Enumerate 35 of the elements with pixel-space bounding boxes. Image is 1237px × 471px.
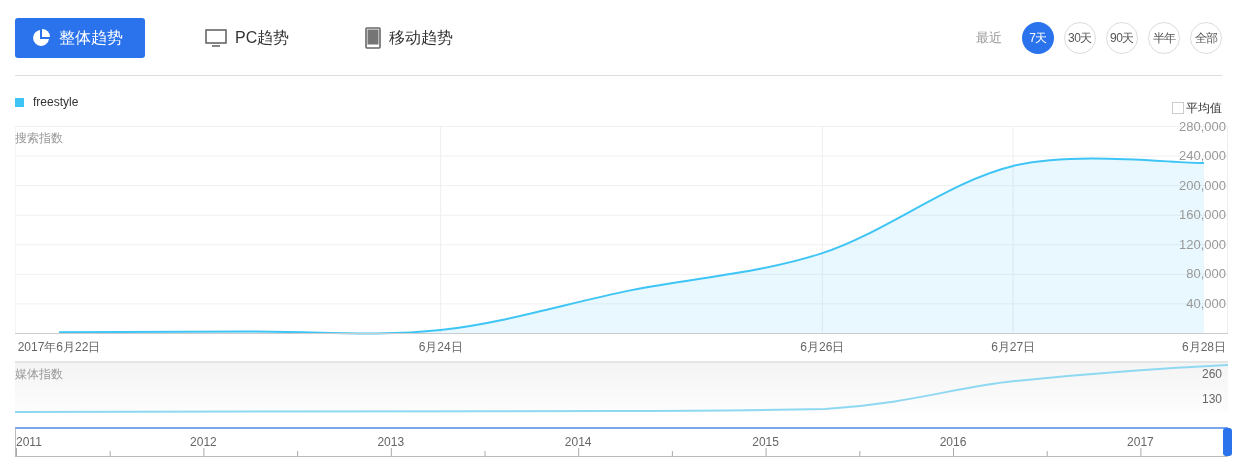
media-scale-label: 130 bbox=[1201, 391, 1222, 408]
tablet-icon bbox=[365, 26, 382, 49]
x-axis-label: 6月26日 bbox=[800, 340, 845, 354]
x-axis-label: 6月28日 bbox=[1182, 340, 1226, 354]
legend-label[interactable]: freestyle bbox=[33, 93, 79, 111]
y-axis-label: 200,000 bbox=[1179, 177, 1226, 193]
chart-title: 搜索指数 bbox=[15, 130, 63, 147]
range-button[interactable]: 7天 bbox=[1022, 21, 1054, 54]
year-label: 2011 bbox=[16, 434, 42, 451]
x-axis-label: 6月24日 bbox=[418, 340, 463, 354]
y-axis-label: 160,000 bbox=[1179, 207, 1226, 223]
average-checkbox[interactable] bbox=[1172, 102, 1184, 114]
range-label: 最近 bbox=[976, 28, 1002, 47]
year-label: 2017 bbox=[1127, 434, 1154, 451]
year-label: 2013 bbox=[377, 434, 405, 451]
y-axis-label: 120,000 bbox=[1179, 236, 1226, 252]
pie-chart-icon bbox=[31, 27, 51, 48]
monitor-icon bbox=[205, 27, 227, 48]
media-scale-label: 260 bbox=[1201, 366, 1222, 383]
average-label: 平均值 bbox=[1186, 100, 1222, 117]
year-label: 2016 bbox=[939, 434, 967, 451]
y-axis-label: 80,000 bbox=[1186, 266, 1226, 282]
y-axis-label: 240,000 bbox=[1179, 148, 1226, 164]
year-label: 2012 bbox=[190, 434, 217, 451]
x-axis-label: 2017年6月22日 bbox=[17, 340, 101, 354]
x-axis-label: 6月27日 bbox=[991, 340, 1036, 354]
y-axis-label: 40,000 bbox=[1186, 295, 1226, 311]
chart-title: 媒体指数 bbox=[15, 366, 63, 383]
year-label: 2015 bbox=[752, 434, 779, 451]
y-axis-label: 280,000 bbox=[1179, 118, 1226, 134]
year-label: 2014 bbox=[564, 434, 592, 451]
view-tab[interactable]: PC趋势 bbox=[189, 17, 306, 58]
view-tab[interactable]: 移动趋势 bbox=[349, 17, 470, 58]
view-tab[interactable]: 整体趋势 bbox=[15, 17, 145, 58]
range-handle[interactable] bbox=[1223, 428, 1232, 456]
